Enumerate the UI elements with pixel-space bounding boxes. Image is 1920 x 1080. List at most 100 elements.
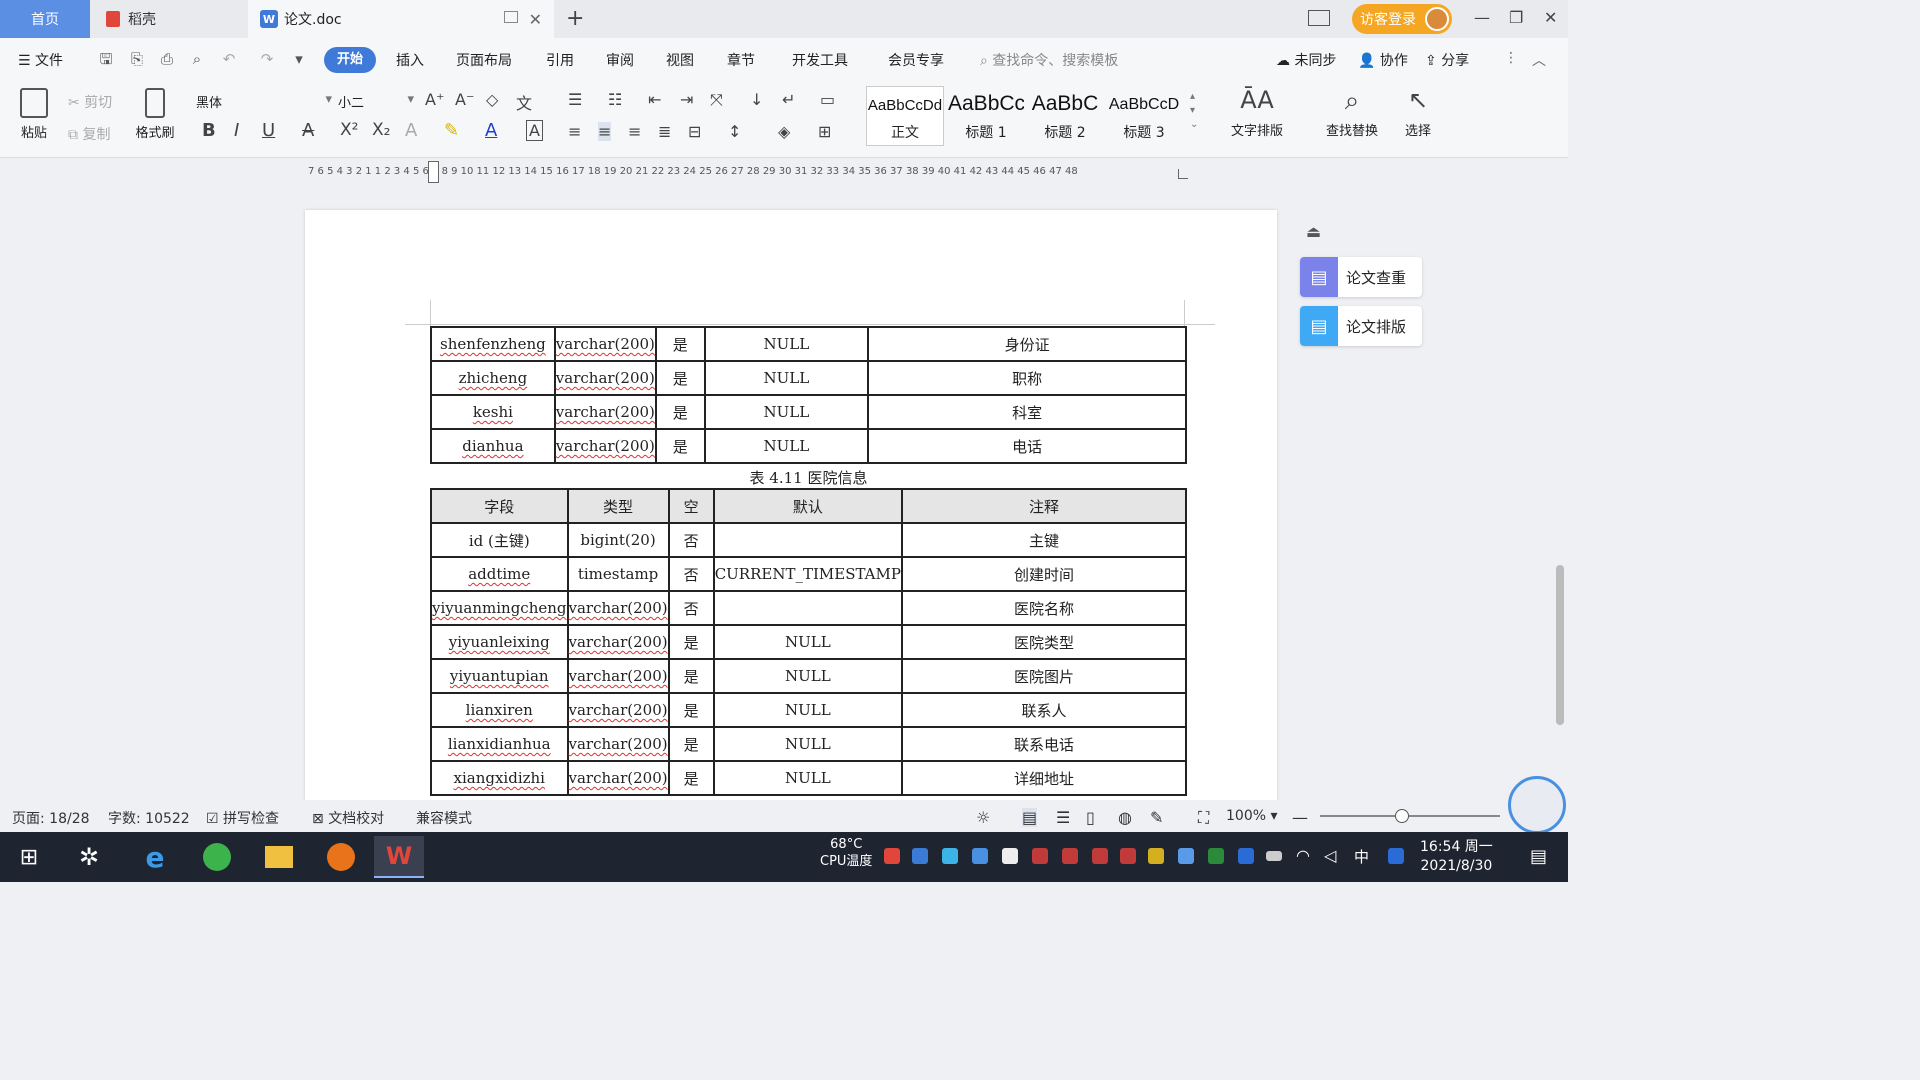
paste-button[interactable]: 粘贴 <box>14 88 54 141</box>
table-cell[interactable]: lianxidianhua <box>430 726 569 762</box>
table-cell[interactable]: varchar(200) <box>553 428 657 464</box>
scroll-thumb[interactable] <box>1556 565 1564 725</box>
numbered-list-icon[interactable]: ☷ <box>608 90 622 109</box>
table-cell[interactable]: varchar(200) <box>566 760 670 796</box>
table-cell[interactable]: timestamp <box>566 556 670 592</box>
table-cell[interactable]: varchar(200) <box>566 624 670 660</box>
search-command[interactable]: ⌕ 查找命令、搜索模板 <box>980 50 1118 70</box>
styles-scroll-icon[interactable]: ▴ ▾ ⌄ <box>1190 90 1198 132</box>
tray-icon-7[interactable] <box>1062 848 1078 864</box>
table-cell[interactable]: 详细地址 <box>900 760 1188 796</box>
table-cell[interactable]: lianxiren <box>430 692 569 728</box>
table-cell[interactable] <box>712 590 903 626</box>
style-heading3[interactable]: AaBbCcD 标题 3 <box>1106 86 1182 146</box>
table-cell[interactable]: 职称 <box>867 360 1187 396</box>
menu-review[interactable]: 审阅 <box>606 50 634 70</box>
table-cell[interactable]: NULL <box>703 428 870 464</box>
font-size-select[interactable]: 小二 ▾ <box>338 92 414 114</box>
table-cell[interactable]: varchar(200) <box>566 692 670 728</box>
window-layout-icon[interactable] <box>1308 10 1330 26</box>
style-heading2[interactable]: AaBbC 标题 2 <box>1028 86 1102 146</box>
menu-page-layout[interactable]: 页面布局 <box>456 50 512 70</box>
print-preview-icon[interactable]: ⌕ <box>188 50 206 68</box>
text-layout-button[interactable]: ĀA 文字排版 <box>1222 86 1292 139</box>
tray-icon-11[interactable] <box>1178 848 1194 864</box>
tray-icon-3[interactable] <box>942 848 958 864</box>
windows-start-icon[interactable]: ⊞ <box>4 836 54 878</box>
tab-daoke[interactable]: 稻壳 <box>90 0 248 38</box>
find-replace-button[interactable]: ⌕ 查找替换 <box>1316 86 1388 139</box>
align-center-icon[interactable]: ≡ <box>598 122 612 141</box>
outline-view-icon[interactable]: ☰ <box>1056 808 1070 827</box>
menu-view[interactable]: 视图 <box>666 50 694 70</box>
table-cell[interactable]: xiangxidizhi <box>430 760 569 796</box>
document-page[interactable]: shenfenzheng varchar(200) 是 NULL 身份证 zhicheng… <box>305 210 1277 800</box>
ime-indicator[interactable]: 中 <box>1354 846 1369 867</box>
collapse-ribbon-icon[interactable]: ︿ <box>1532 50 1546 70</box>
new-tab-button[interactable]: + <box>566 6 584 31</box>
close-tab-icon[interactable]: ✕ <box>529 10 542 29</box>
table-cell[interactable]: varchar(200) <box>566 726 670 762</box>
page-view-icon[interactable]: ▤ <box>1022 808 1038 827</box>
zoom-slider[interactable] <box>1320 815 1500 817</box>
assistant-icon[interactable] <box>1508 776 1566 834</box>
sync-button[interactable]: ☁ 未同步 <box>1276 50 1336 70</box>
table-cell[interactable]: 否 <box>667 522 715 558</box>
visitor-login-button[interactable]: 访客登录 <box>1352 4 1452 34</box>
table-cell[interactable]: NULL <box>703 360 870 396</box>
table-cell[interactable]: NULL <box>712 658 903 694</box>
align-right-icon[interactable]: ≡ <box>628 122 641 141</box>
tab-home[interactable]: 首页 <box>0 0 90 38</box>
battery-icon[interactable] <box>1266 851 1282 861</box>
table-cell[interactable]: yiyuanmingcheng <box>430 590 569 626</box>
sort-icon[interactable]: ↓ <box>750 90 763 109</box>
tab-document[interactable]: W 论文.doc ✕ <box>248 0 554 38</box>
paper-check-button[interactable]: ▤ 论文查重 <box>1300 257 1422 297</box>
justify-icon[interactable]: ≣ <box>658 122 671 141</box>
menu-references[interactable]: 引用 <box>546 50 574 70</box>
shading-icon[interactable]: ◈ <box>778 122 790 141</box>
volume-icon[interactable]: ◁ <box>1324 846 1336 865</box>
char-border-icon[interactable]: A <box>526 120 543 141</box>
nvidia-icon[interactable] <box>1208 848 1224 864</box>
style-heading1[interactable]: AaBbCc 标题 1 <box>948 86 1024 146</box>
paper-layout-button[interactable]: ▤ 论文排版 <box>1300 306 1422 346</box>
italic-icon[interactable]: I <box>234 120 239 141</box>
collab-button[interactable]: 👤 协作 <box>1358 50 1408 70</box>
select-button[interactable]: ↖ 选择 <box>1396 86 1440 139</box>
chinese-layout-icon[interactable]: ⤧ <box>710 90 723 110</box>
table-cell[interactable] <box>712 522 903 558</box>
decrease-indent-icon[interactable]: ⇤ <box>648 90 661 109</box>
export-icon[interactable]: ⎘ <box>128 50 146 68</box>
file-menu[interactable]: ☰ 文件 <box>18 50 63 70</box>
table-cell[interactable]: 否 <box>667 556 715 592</box>
tray-icon-6[interactable] <box>1032 848 1048 864</box>
table-cell[interactable]: 创建时间 <box>900 556 1188 592</box>
table-cell[interactable]: varchar(200) <box>553 326 657 362</box>
table-cell[interactable]: yiyuantupian <box>430 658 569 694</box>
browser-360-icon[interactable] <box>192 836 242 878</box>
share-button[interactable]: ⇪ 分享 <box>1425 50 1469 70</box>
table-cell[interactable]: 是 <box>667 692 715 728</box>
table-cell[interactable]: 医院类型 <box>900 624 1188 660</box>
table-cell[interactable]: 主键 <box>900 522 1188 558</box>
style-normal[interactable]: AaBbCcDd 正文 <box>866 86 944 146</box>
ie-browser-icon[interactable]: e <box>130 836 180 878</box>
table-cell[interactable]: addtime <box>430 556 569 592</box>
shrink-font-icon[interactable]: A⁻ <box>455 90 474 109</box>
table-cell[interactable]: NULL <box>703 326 870 362</box>
table-cell[interactable]: NULL <box>703 394 870 430</box>
table-cell[interactable]: 是 <box>654 326 706 362</box>
write-view-icon[interactable]: ✎ <box>1150 808 1163 827</box>
menu-chapter[interactable]: 章节 <box>727 50 755 70</box>
table-cell[interactable]: NULL <box>712 760 903 796</box>
monitor-icon[interactable] <box>504 11 518 23</box>
bullet-list-icon[interactable]: ☰ <box>568 90 582 109</box>
table-cell[interactable]: varchar(200) <box>553 360 657 396</box>
table-cell[interactable]: zhicheng <box>430 360 556 396</box>
save-icon[interactable]: 🖫 <box>97 50 115 68</box>
strikethrough-icon[interactable]: A <box>302 120 314 141</box>
distribute-icon[interactable]: ⊟ <box>688 122 701 141</box>
customize-dropdown-icon[interactable]: ▾ <box>290 50 308 68</box>
tray-icon-9[interactable] <box>1120 848 1136 864</box>
